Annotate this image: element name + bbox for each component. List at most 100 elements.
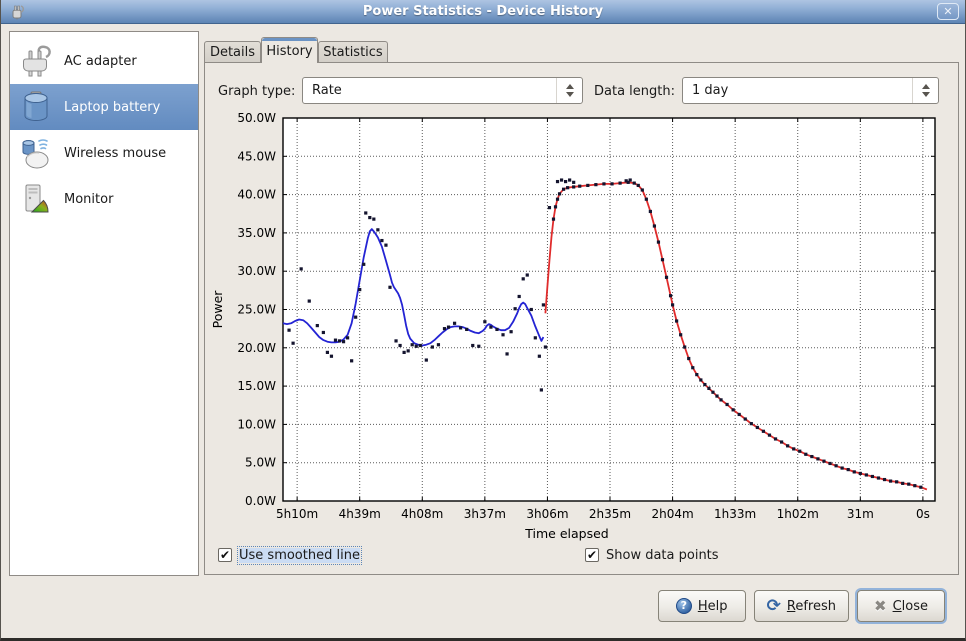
y-tick-label: 5.0W [245,456,276,470]
x-tick-label: 2h04m [651,507,693,521]
data-points [792,447,795,450]
data-points [691,366,694,369]
data-points [834,464,837,467]
data-points [447,326,450,329]
close-icon: ✖ [874,598,887,614]
device-item-ac-adapter[interactable]: AC adapter [10,38,198,84]
data-points [707,387,710,390]
data-points [865,473,868,476]
data-points [637,184,640,187]
y-tick-label: 45.0W [237,149,276,163]
data-points [699,378,702,381]
data-points [501,333,504,336]
device-label: AC adapter [64,54,137,69]
use-smoothed-line-label[interactable]: Use smoothed line [239,548,360,563]
data-points [534,336,537,339]
device-item-laptop-battery[interactable]: Laptop battery [10,84,198,130]
dialog-action-area: ? Help ⟳ Refresh ✖ Close [658,590,945,622]
data-points [675,319,678,322]
data-points [477,345,480,348]
data-points [540,388,543,391]
laptop-battery-icon [18,89,54,125]
data-points [871,475,874,478]
y-tick-label: 10.0W [237,417,276,431]
device-item-wireless-mouse[interactable]: Wireless mouse [10,130,198,176]
data-points [522,277,525,280]
data-points [568,178,571,181]
data-points [326,351,329,354]
use-smoothed-line-checkbox[interactable]: ✔ [218,548,232,562]
data-points [376,228,379,231]
data-points [407,349,410,352]
history-chart: 5h10m4h39m4h08m3h37m3h06m2h35m2h04m1h33m… [207,111,958,545]
data-points [394,339,397,342]
data-points [471,344,474,347]
data-points [556,180,559,183]
help-button[interactable]: ? Help [658,590,746,622]
y-tick-label: 25.0W [237,303,276,317]
data-points [354,316,357,319]
combo-stepper-icon [556,78,582,103]
data-points [415,345,418,348]
data-points [594,183,597,186]
data-points [330,355,333,358]
data-points [919,486,922,489]
data-points [627,181,630,184]
data-length-combobox[interactable]: 1 day [682,77,939,104]
y-tick-label: 30.0W [237,264,276,278]
data-points [641,188,644,191]
window-title: Power Statistics - Device History [1,4,965,19]
data-points [853,470,856,473]
data-points [558,192,561,195]
monitor-icon [18,181,54,217]
x-tick-label: 0s [916,507,930,521]
x-tick-label: 4h39m [339,507,381,521]
y-tick-label: 0.0W [245,494,276,508]
tab-statistics[interactable]: Statistics [318,41,388,63]
refresh-button[interactable]: ⟳ Refresh [754,590,849,622]
data-points [738,413,741,416]
data-points [560,178,563,181]
data-points [338,339,341,342]
close-button[interactable]: ✖ Close [857,590,945,622]
tab-history[interactable]: History [261,37,318,63]
data-points [847,468,850,471]
data-points [711,391,714,394]
x-tick-label: 3h06m [526,507,568,521]
titlebar[interactable]: Power Statistics - Device History ✕ [1,0,965,24]
show-data-points-label[interactable]: Show data points [606,548,719,563]
data-points [572,181,575,184]
data-points [368,216,371,219]
history-tab-page: Graph type: Rate Data length: 1 day 5h10… [204,62,959,575]
data-points [768,434,771,437]
close-button-label: Close [893,599,928,614]
show-data-points-checkbox[interactable]: ✔ [585,548,599,562]
x-tick-label: 2h35m [589,507,631,521]
graph-type-label: Graph type: [218,84,295,99]
ac-adapter-icon [18,43,54,79]
window-close-button[interactable]: ✕ [937,3,959,20]
data-points [649,210,652,213]
data-points [798,450,801,453]
data-points [564,180,567,183]
data-points [316,324,319,327]
data-points [291,342,294,345]
data-points [334,339,337,342]
data-points [901,482,904,485]
data-points [665,276,668,279]
device-item-monitor[interactable]: Monitor [10,176,198,222]
data-points [715,394,718,397]
data-points [895,480,898,483]
tab-details[interactable]: Details [204,41,261,63]
data-points [657,240,660,243]
data-points [287,329,290,332]
data-points [679,333,682,336]
data-points [544,345,547,348]
data-points [495,328,498,331]
data-points [725,403,728,406]
data-points [602,182,605,185]
graph-type-combobox[interactable]: Rate [302,77,583,104]
data-points [322,331,325,334]
data-points [653,224,656,227]
data-points [562,188,565,191]
